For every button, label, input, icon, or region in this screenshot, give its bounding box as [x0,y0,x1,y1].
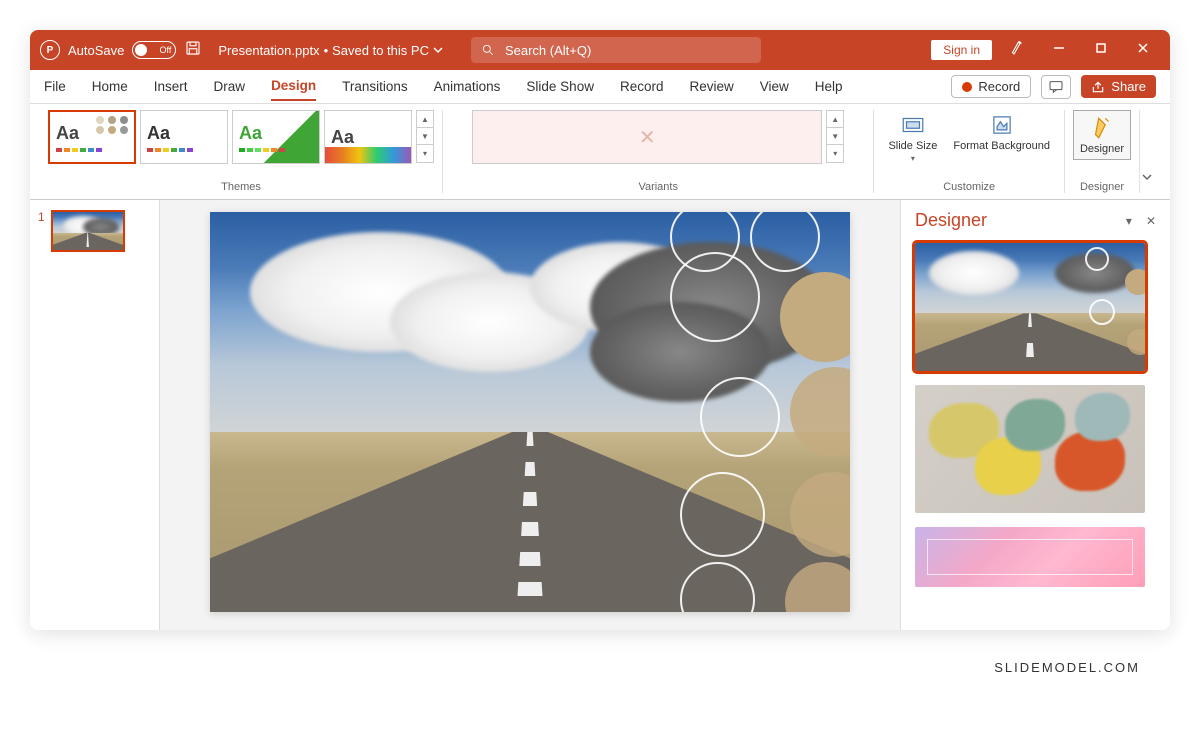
designer-icon [1089,115,1115,141]
document-title[interactable]: Presentation.pptx • Saved to this PC [218,43,443,58]
gallery-up-button[interactable]: ▲ [417,111,433,128]
autosave-toggle[interactable]: Off [132,41,176,59]
search-icon [481,43,495,57]
slide-background-image [210,212,850,612]
format-background-button[interactable]: Format Background [947,110,1056,154]
design-idea-1[interactable] [915,243,1145,371]
titlebar: P AutoSave Off Presentation.pptx • Saved… [30,30,1170,70]
signin-button[interactable]: Sign in [931,40,992,60]
tab-review[interactable]: Review [689,73,733,100]
gallery-more-button[interactable]: ▾ [827,145,843,162]
ribbon: Aa Aa Aa Aa [30,104,1170,200]
designer-pane: Designer ▾ ✕ [900,200,1170,630]
tab-home[interactable]: Home [92,73,128,100]
themes-group-label: Themes [221,181,261,193]
themes-gallery-scroll: ▲ ▼ ▾ [416,110,434,163]
share-button[interactable]: Share [1081,75,1156,98]
theme-option-1[interactable]: Aa [48,110,136,164]
tab-animations[interactable]: Animations [434,73,501,100]
search-input[interactable]: Search (Alt+Q) [471,37,761,63]
designer-pane-options-button[interactable]: ▾ [1126,214,1132,228]
app-logo-icon: P [40,40,60,60]
theme-option-4[interactable]: Aa [324,110,412,164]
designer-pane-title: Designer [915,210,987,231]
tab-help[interactable]: Help [815,73,843,100]
designer-pane-close-button[interactable]: ✕ [1146,214,1156,228]
tab-file[interactable]: File [44,73,66,100]
slide-canvas-area[interactable] [160,200,900,630]
record-label: Record [978,79,1020,94]
search-placeholder: Search (Alt+Q) [505,43,591,58]
format-background-icon [989,112,1015,138]
slide-thumbnails-panel: 1 [30,200,160,630]
share-icon [1091,80,1105,94]
ribbon-collapse-button[interactable] [1140,170,1154,189]
tab-draw[interactable]: Draw [214,73,246,100]
autosave-label: AutoSave [68,43,124,58]
tab-transitions[interactable]: Transitions [342,73,408,100]
filename-text: Presentation.pptx [218,43,319,58]
close-button[interactable] [1126,41,1160,60]
toggle-knob-icon [135,44,147,56]
gallery-down-button[interactable]: ▼ [417,128,433,145]
save-status-text: Saved to this PC [332,43,429,58]
editor-area: 1 [30,200,1170,630]
gallery-down-button[interactable]: ▼ [827,128,843,145]
save-button[interactable] [184,39,202,62]
customize-group-label: Customize [943,181,995,193]
minimize-button[interactable] [1042,41,1076,60]
tab-slideshow[interactable]: Slide Show [526,73,594,100]
designer-button[interactable]: Designer [1073,110,1131,160]
design-idea-2[interactable] [915,385,1145,513]
gallery-more-button[interactable]: ▾ [417,145,433,162]
chevron-down-icon [433,45,443,55]
theme-option-3[interactable]: Aa [232,110,320,164]
tab-view[interactable]: View [760,73,789,100]
slide-thumb-row[interactable]: 1 [38,210,151,252]
slide-size-button[interactable]: Slide Size ▾ [882,110,943,165]
filename-separator: • [324,43,329,58]
ribbon-group-variants: ✕ ▲ ▼ ▾ Variants [443,110,874,193]
variants-group-label: Variants [638,181,678,193]
slide-canvas[interactable] [210,212,850,612]
tab-insert[interactable]: Insert [154,73,188,100]
share-label: Share [1111,79,1146,94]
variant-option-1[interactable]: ✕ [472,110,822,164]
maximize-button[interactable] [1084,41,1118,60]
slide-size-icon [900,112,926,138]
comment-icon [1048,79,1064,95]
slide-thumbnail-1[interactable] [51,210,125,252]
design-idea-3[interactable] [915,527,1145,587]
tab-design[interactable]: Design [271,72,316,101]
variants-gallery-scroll: ▲ ▼ ▾ [826,110,844,163]
designer-pane-header: Designer ▾ ✕ [915,210,1156,231]
ribbon-group-customize: Slide Size ▾ Format Background Customize [874,110,1065,193]
tab-record[interactable]: Record [620,73,664,100]
slide-number: 1 [38,210,45,252]
comments-button[interactable] [1041,75,1071,99]
theme-option-2[interactable]: Aa [140,110,228,164]
record-dot-icon [962,82,972,92]
designer-group-label: Designer [1080,181,1124,193]
menubar: File Home Insert Draw Design Transitions… [30,70,1170,104]
watermark-text: SLIDEMODEL.COM [30,630,1170,675]
app-window: P AutoSave Off Presentation.pptx • Saved… [30,30,1170,630]
record-button[interactable]: Record [951,75,1031,98]
ribbon-group-themes: Aa Aa Aa Aa [40,110,443,193]
coming-soon-button[interactable] [1000,39,1034,62]
ribbon-group-designer: Designer Designer [1065,110,1140,193]
gallery-up-button[interactable]: ▲ [827,111,843,128]
autosave-state: Off [160,45,172,55]
